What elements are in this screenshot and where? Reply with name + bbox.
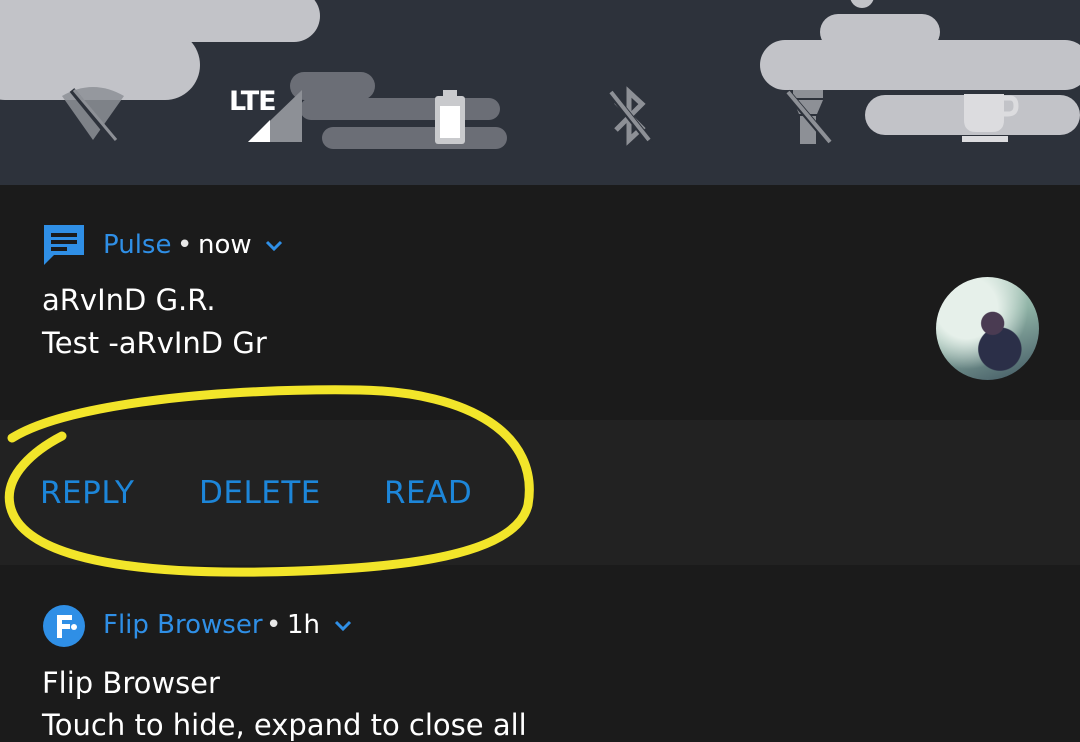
pulse-notification[interactable]: Pulse • now aRvInD G.R. Test -aRvInD Gr xyxy=(0,185,1080,420)
message-icon xyxy=(44,225,84,265)
contact-avatar xyxy=(936,277,1039,380)
lte-label: LTE xyxy=(229,86,277,117)
chevron-down-icon[interactable] xyxy=(332,615,354,637)
notification-title: aRvInD G.R. xyxy=(42,283,216,317)
flashlight-tile[interactable] xyxy=(773,86,843,148)
caffeine-tile[interactable] xyxy=(952,86,1022,148)
app-name: Pulse xyxy=(103,230,172,260)
wifi-tile[interactable] xyxy=(58,86,128,148)
bluetooth-tile[interactable] xyxy=(594,86,664,148)
quick-settings-header: LTE xyxy=(0,0,1080,185)
battery-icon xyxy=(435,90,465,144)
notification-time: now xyxy=(198,230,252,260)
chevron-down-icon[interactable] xyxy=(263,235,285,257)
flip-browser-notification[interactable]: Flip Browser • 1h Flip Browser Touch to … xyxy=(0,565,1080,742)
battery-tile[interactable] xyxy=(415,86,485,148)
separator-dot: • xyxy=(266,610,282,640)
notification-time: 1h xyxy=(287,610,321,640)
flip-browser-icon xyxy=(43,605,85,647)
reply-button[interactable]: REPLY xyxy=(40,475,134,511)
notification-title: Flip Browser xyxy=(42,666,220,700)
app-name: Flip Browser xyxy=(103,610,263,640)
wifi-off-icon xyxy=(62,87,124,146)
notification-actions: REPLY DELETE READ xyxy=(0,420,1080,565)
read-button[interactable]: READ xyxy=(384,475,472,511)
coffee-cup-icon xyxy=(962,94,1019,142)
bluetooth-off-icon xyxy=(607,86,653,146)
flashlight-off-icon xyxy=(784,89,834,147)
cloud-background xyxy=(0,0,1080,149)
delete-button[interactable]: DELETE xyxy=(199,475,321,511)
notification-text: Touch to hide, expand to close all xyxy=(42,708,527,742)
notification-text: Test -aRvInD Gr xyxy=(42,326,267,360)
separator-dot: • xyxy=(177,230,193,260)
